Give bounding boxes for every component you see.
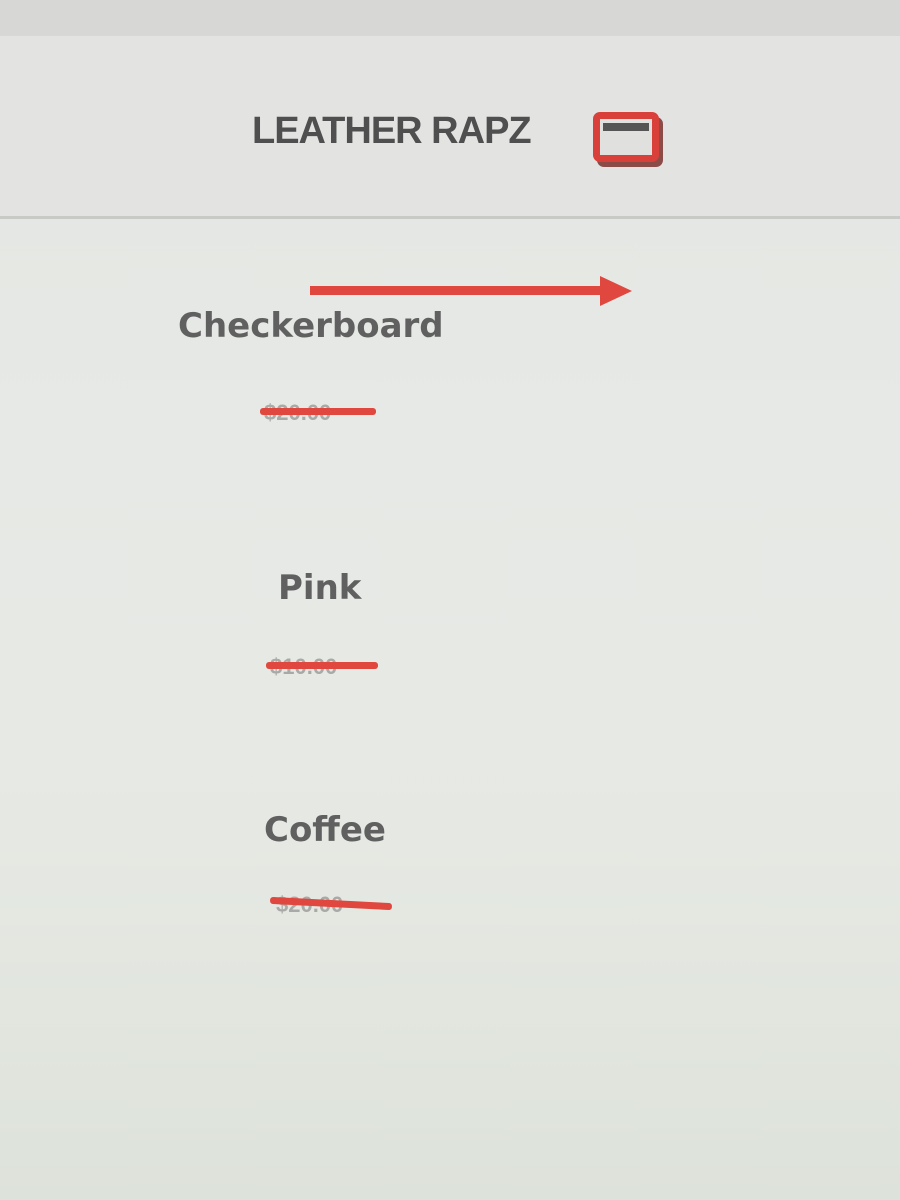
arrow-shaft bbox=[310, 286, 602, 295]
price-strikethrough bbox=[266, 662, 378, 669]
product-item-coffee[interactable]: Coffee $20.00 bbox=[264, 810, 664, 917]
arrow-right-icon bbox=[310, 276, 632, 306]
cart-button[interactable] bbox=[593, 112, 667, 170]
browser-top-strip bbox=[0, 0, 900, 38]
brand-logo-text[interactable]: LEATHER RAPZ bbox=[252, 110, 532, 153]
product-name[interactable]: Coffee bbox=[264, 810, 386, 850]
price-strikethrough bbox=[260, 408, 376, 415]
product-item-pink[interactable]: Pink $10.00 bbox=[266, 568, 678, 679]
arrow-head bbox=[600, 276, 632, 306]
cart-icon bbox=[593, 112, 659, 162]
product-name[interactable]: Checkerboard bbox=[178, 306, 444, 346]
product-name[interactable]: Pink bbox=[278, 568, 361, 608]
product-item-checkerboard[interactable]: Checkerboard $20.00 bbox=[178, 306, 578, 425]
